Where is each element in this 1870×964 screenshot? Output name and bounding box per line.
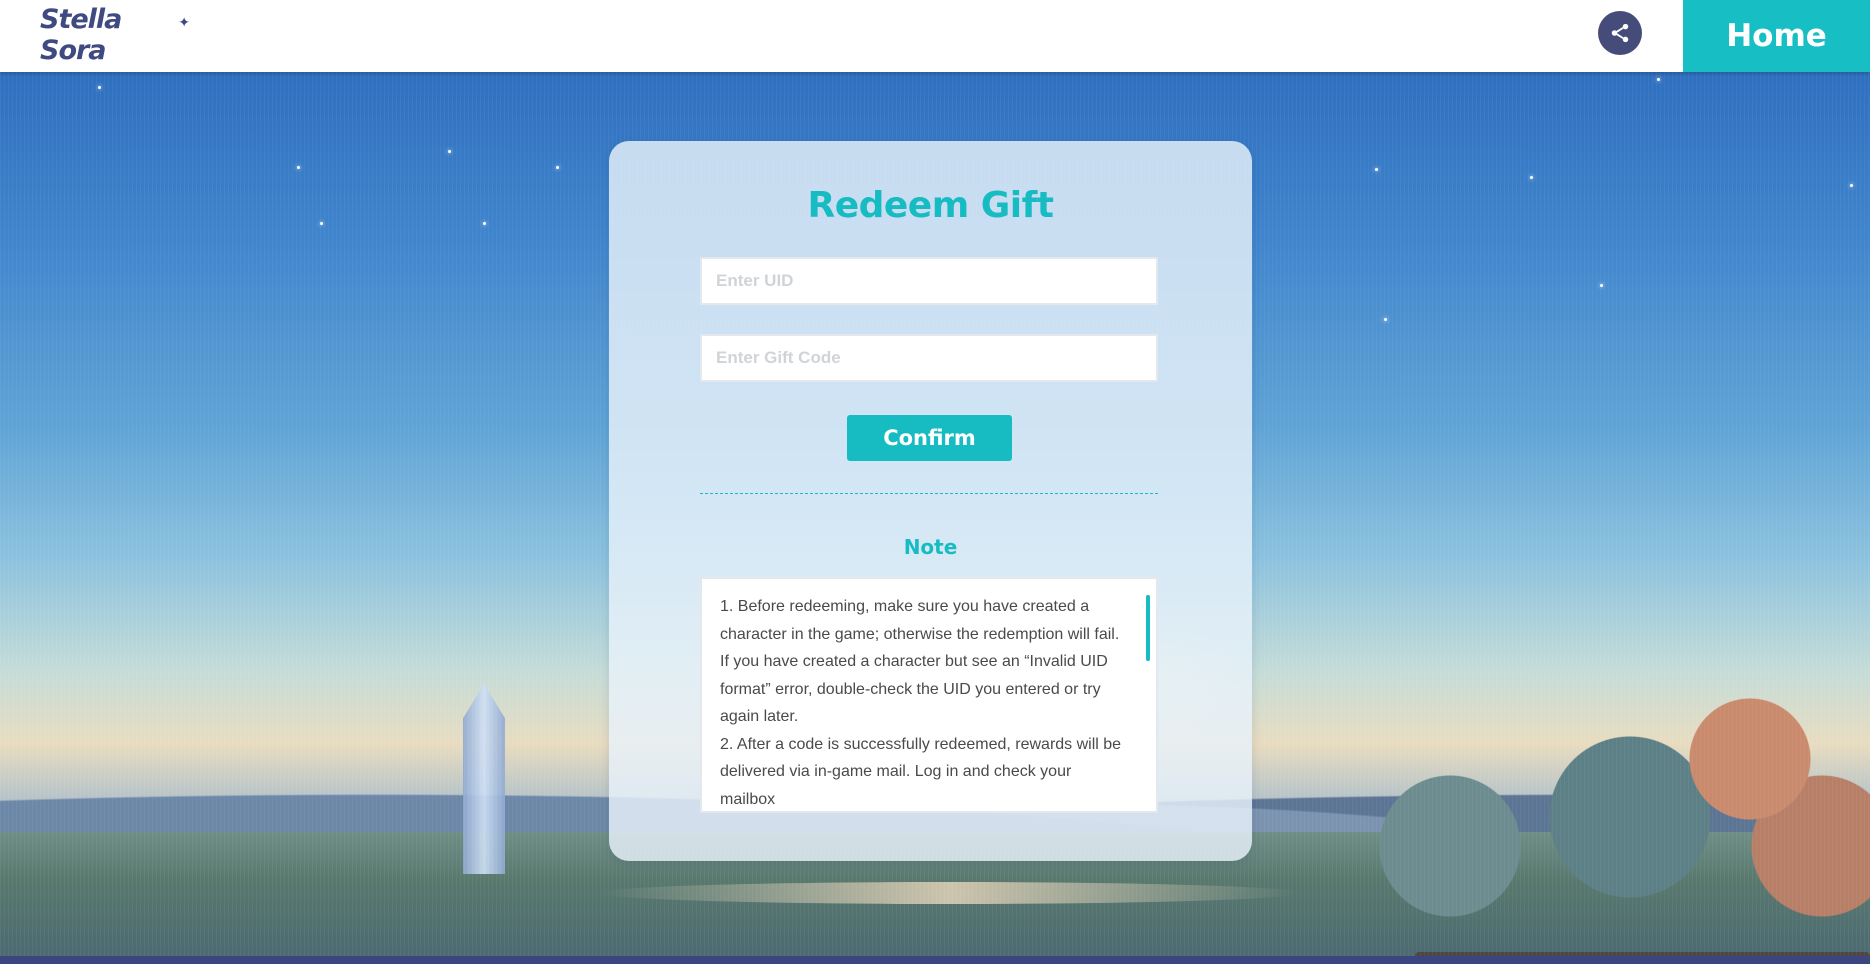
- gift-code-field[interactable]: [700, 334, 1158, 382]
- note-scroll-box[interactable]: 1. Before redeeming, make sure you have …: [700, 577, 1158, 813]
- sparkle-icon: ✦: [178, 14, 190, 30]
- logo-text: Stella Sora: [40, 4, 122, 66]
- share-button[interactable]: [1598, 11, 1642, 55]
- uid-input[interactable]: [702, 259, 1156, 303]
- note-heading: Note: [903, 535, 958, 559]
- gift-code-input[interactable]: [702, 336, 1156, 380]
- note-scrollbar[interactable]: [1146, 595, 1150, 661]
- page-title: Redeem Gift: [807, 185, 1054, 226]
- share-icon: [1611, 23, 1629, 43]
- note-paragraph: 1. Before redeeming, make sure you have …: [720, 598, 1120, 725]
- dashed-divider: [700, 493, 1158, 494]
- stella-sora-logo[interactable]: Stella Sora ✦: [40, 4, 190, 66]
- page: Stella Sora ✦ Home Redeem Gift Confirm N…: [0, 0, 1870, 964]
- bottom-bar: [0, 956, 1870, 964]
- home-button[interactable]: Home: [1683, 0, 1870, 72]
- confirm-button[interactable]: Confirm: [847, 415, 1012, 461]
- note-text: 1. Before redeeming, make sure you have …: [720, 593, 1130, 811]
- note-paragraph: 2. After a code is successfully redeemed…: [720, 735, 1122, 808]
- uid-field[interactable]: [700, 257, 1158, 305]
- site-header: Stella Sora ✦ Home: [0, 0, 1870, 72]
- redeem-card: Redeem Gift Confirm Note 1. Before redee…: [609, 141, 1252, 861]
